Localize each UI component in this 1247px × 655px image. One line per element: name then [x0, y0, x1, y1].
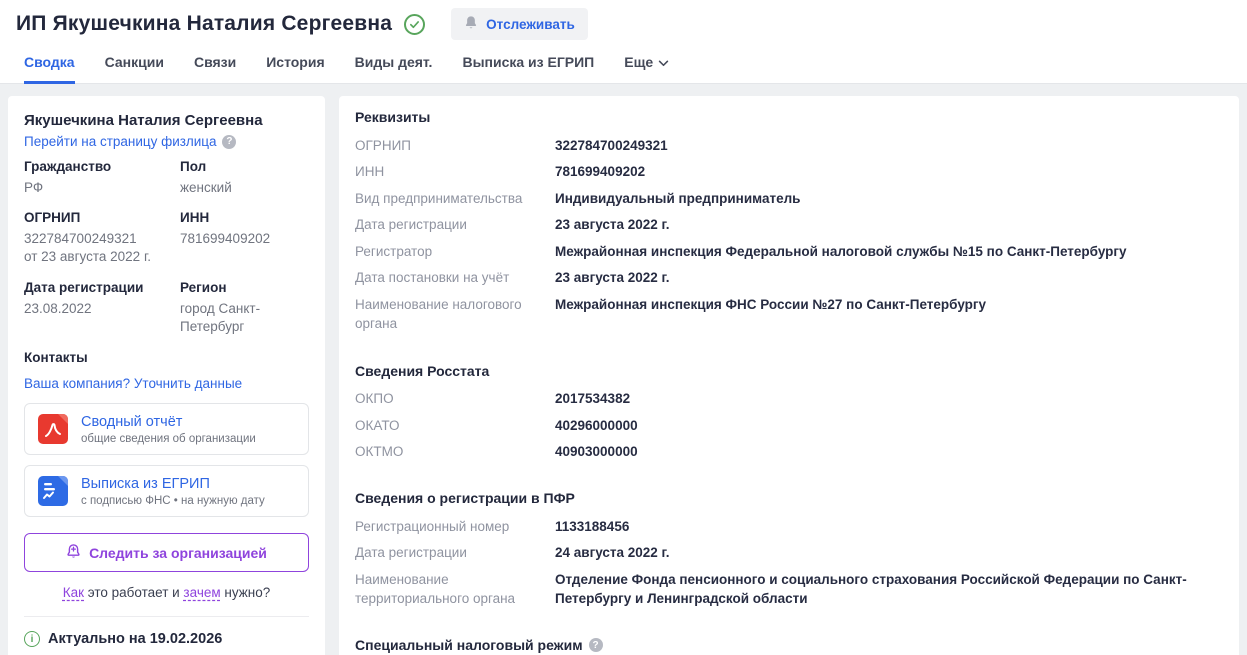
ogrnip-field: ОГРНИП 322784700249321 от 23 августа 202…	[24, 210, 180, 266]
update-contacts-link[interactable]: Ваша компания? Уточнить данные	[24, 376, 242, 391]
tab-vypiska-egrip[interactable]: Выписка из ЕГРИП	[462, 46, 594, 84]
tab-sankcii[interactable]: Санкции	[105, 46, 164, 84]
tab-bar: Сводка Санкции Связи История Виды деят. …	[0, 42, 1247, 84]
detail-row: ОКПО2017534382	[355, 386, 1223, 413]
tab-istoriya[interactable]: История	[266, 46, 324, 84]
inn-field: ИНН 781699409202	[180, 210, 309, 266]
tab-vidy-deyat[interactable]: Виды деят.	[355, 46, 433, 84]
person-profile-link[interactable]: Перейти на страницу физлица	[24, 134, 216, 149]
actual-date: Актуально на 19.02.2026	[48, 631, 222, 647]
person-info-grid: Гражданство РФ Пол женский ОГРНИП 322784…	[24, 159, 309, 336]
follow-button[interactable]: Отслеживать	[451, 8, 588, 40]
help-icon[interactable]: ?	[222, 135, 236, 149]
sidebar: Якушечкина Наталия Сергеевна Перейти на …	[8, 96, 325, 655]
detail-row: РегистраторМежрайонная инспекция Федерал…	[355, 238, 1223, 265]
detail-row: Наименование территориального органаОтде…	[355, 566, 1223, 612]
egrip-document-icon	[37, 475, 69, 507]
section-requisites: Реквизиты ОГРНИП322784700249321 ИНН78169…	[355, 109, 1223, 338]
tab-more[interactable]: Еще	[624, 46, 669, 84]
detail-row: Вид предпринимательстваИндивидуальный пр…	[355, 185, 1223, 212]
reg-date-field: Дата регистрации 23.08.2022	[24, 280, 180, 336]
detail-row: ОКАТО40296000000	[355, 412, 1223, 439]
detail-row: ИНН781699409202	[355, 159, 1223, 186]
info-icon: i	[24, 631, 40, 647]
person-name: Якушечкина Наталия Сергеевна	[24, 112, 309, 129]
main-panel: Реквизиты ОГРНИП322784700249321 ИНН78169…	[339, 96, 1239, 655]
section-tax-regime: Специальный налоговый режим ? Применяетс…	[355, 637, 1223, 655]
help-icon[interactable]: ?	[589, 638, 603, 652]
tab-svodka[interactable]: Сводка	[24, 46, 75, 84]
bell-plus-icon	[66, 543, 81, 562]
section-rosstat: Сведения Росстата ОКПО2017534382 ОКАТО40…	[355, 363, 1223, 466]
detail-row: ОГРНИП322784700249321	[355, 132, 1223, 159]
summary-card: Якушечкина Наталия Сергеевна Перейти на …	[8, 96, 325, 655]
region-field: Регион город Санкт-Петербург	[180, 280, 309, 336]
detail-row: Дата регистрации24 августа 2022 г.	[355, 540, 1223, 567]
gender-field: Пол женский	[180, 159, 309, 197]
how-it-works: Как это работает и зачем нужно?	[24, 585, 309, 600]
verified-check-icon	[404, 14, 425, 35]
tab-svyazi[interactable]: Связи	[194, 46, 236, 84]
egrip-extract-link[interactable]: Выписка из ЕГРИП	[81, 476, 210, 492]
contacts-block: Контакты Ваша компания? Уточнить данные	[24, 350, 309, 393]
summary-report-card[interactable]: Сводный отчёт общие сведения об организа…	[24, 403, 309, 455]
chevron-down-icon	[658, 54, 669, 70]
detail-row: ОКТМО40903000000	[355, 439, 1223, 466]
summary-report-link[interactable]: Сводный отчёт	[81, 414, 182, 430]
pdf-file-icon	[37, 413, 69, 445]
bell-icon	[464, 15, 478, 33]
section-pfr: Сведения о регистрации в ПФР Регистрацио…	[355, 490, 1223, 612]
detail-row: Регистрационный номер1133188456	[355, 513, 1223, 540]
egrip-extract-card[interactable]: Выписка из ЕГРИП с подписью ФНС • на нуж…	[24, 465, 309, 517]
how-link[interactable]: Как	[63, 585, 84, 600]
follow-organization-button[interactable]: Следить за организацией	[24, 533, 309, 572]
ogrnip-date: от 23 августа 2022 г.	[24, 248, 180, 266]
citizenship-field: Гражданство РФ	[24, 159, 180, 197]
content-area: Якушечкина Наталия Сергеевна Перейти на …	[0, 84, 1247, 655]
detail-row: Наименование налогового органаМежрайонна…	[355, 291, 1223, 337]
divider	[24, 616, 309, 617]
page-header: ИП Якушечкина Наталия Сергеевна Отслежив…	[0, 0, 1247, 84]
actual-date-row: i Актуально на 19.02.2026	[24, 631, 309, 647]
detail-row: Дата регистрации23 августа 2022 г.	[355, 212, 1223, 239]
detail-row: Дата постановки на учёт23 августа 2022 г…	[355, 265, 1223, 292]
page-title: ИП Якушечкина Наталия Сергеевна	[16, 12, 392, 36]
why-link[interactable]: зачем	[183, 585, 220, 600]
